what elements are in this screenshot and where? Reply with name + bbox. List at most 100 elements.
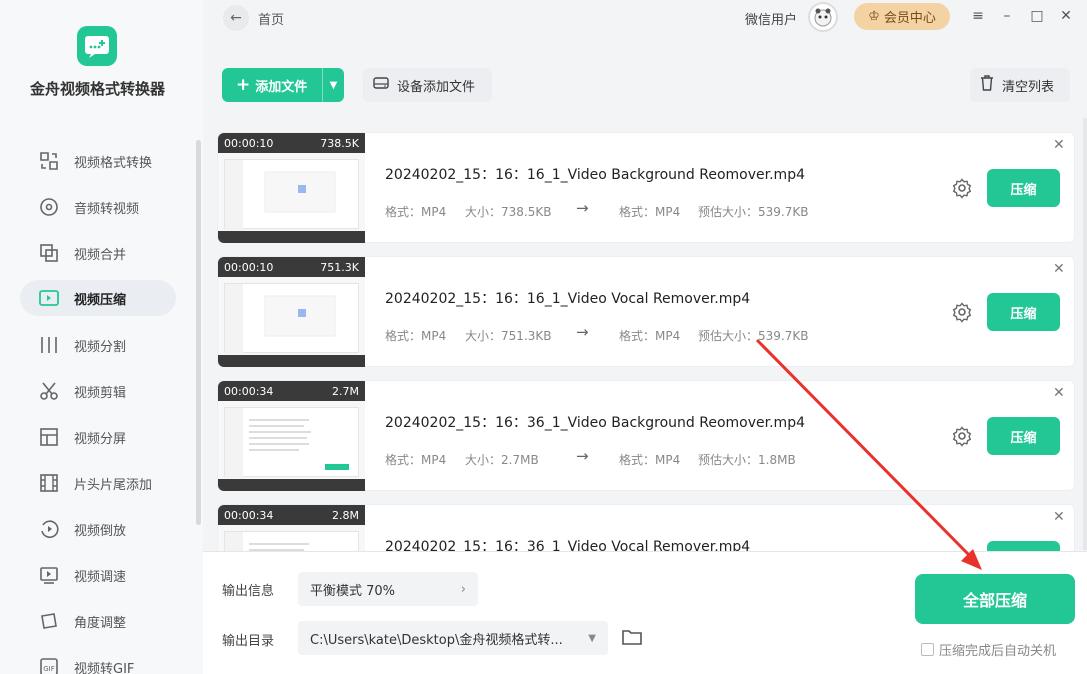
file-list-scrollbar[interactable]: [1083, 118, 1087, 550]
output-dir-select[interactable]: C:\Users\kate\Desktop\金舟视频格式转... ▼: [298, 621, 608, 655]
device-add-file-button[interactable]: 设备添加文件: [363, 68, 492, 102]
auto-shutdown-checkbox[interactable]: [921, 643, 934, 656]
sidebar-item-rotate[interactable]: 角度调整: [20, 603, 176, 639]
vip-label: 会员中心: [883, 11, 936, 26]
maximize-icon[interactable]: □: [1027, 6, 1047, 26]
compress-button[interactable]: 压缩: [987, 417, 1060, 455]
file-name: 20240202_15：16：36_1_Video Background Reo…: [385, 415, 805, 431]
scissors-icon: [38, 380, 60, 402]
file-name: 20240202_15：16：16_1_Video Vocal Remover.…: [385, 291, 751, 307]
file-list: 00:00:10 738.5K 20240202_15：16：16_1_Video…: [203, 120, 1087, 551]
output-format: 格式：MP4: [619, 205, 681, 219]
source-format: 格式：MP4: [385, 453, 447, 467]
sidebar-item-video-compress[interactable]: 视频压缩: [20, 280, 176, 316]
sidebar-item-video-convert[interactable]: 视频格式转换: [20, 143, 176, 179]
source-size: 大小：2.7MB: [465, 453, 539, 467]
sidebar-item-label: 片头片尾添加: [74, 477, 153, 493]
source-size: 大小：751.3KB: [465, 329, 552, 343]
chevron-down-icon: ▼: [588, 632, 596, 644]
rotate-icon: [38, 610, 60, 632]
sidebar-item-video-to-gif[interactable]: GIF 视频转GIF: [20, 649, 176, 674]
estimated-size: 预估大小：1.8MB: [698, 453, 796, 467]
sidebar-item-label: 视频压缩: [74, 292, 127, 308]
thumb-size: 751.3K: [320, 261, 359, 274]
sidebar-item-video-merge[interactable]: 视频合并: [20, 235, 176, 271]
sidebar-item-label: 视频分屏: [74, 431, 127, 447]
video-thumbnail[interactable]: 00:00:10 751.3K: [218, 257, 365, 367]
vip-center-button[interactable]: ♔ 会员中心: [854, 3, 950, 30]
film-strip-icon: [38, 472, 60, 494]
crown-icon: ♔: [868, 9, 880, 24]
chevron-down-icon[interactable]: ▼: [322, 68, 344, 102]
file-card: 00:00:34 2.8M 20240202_15：16：36_1_Video V…: [217, 504, 1075, 551]
compress-button[interactable]: 压缩: [987, 293, 1060, 331]
svg-text:GIF: GIF: [43, 665, 55, 673]
app-title: 金舟视频格式转换器: [29, 80, 165, 98]
sidebar-item-speed[interactable]: 视频调速: [20, 557, 176, 593]
clear-list-label: 清空列表: [1002, 79, 1055, 95]
file-card: 00:00:10 751.3K 20240202_15：16：16_1_Video…: [217, 256, 1075, 367]
auto-shutdown-option[interactable]: 压缩完成后自动关机: [921, 640, 1056, 659]
sidebar-item-reverse[interactable]: 视频倒放: [20, 511, 176, 547]
thumb-duration: 00:00:34: [224, 509, 274, 522]
source-format: 格式：MP4: [385, 329, 447, 343]
gear-icon[interactable]: [951, 425, 973, 447]
breadcrumb[interactable]: 首页: [258, 9, 284, 28]
remove-file-icon[interactable]: ✕: [1053, 385, 1065, 401]
video-thumbnail[interactable]: 00:00:34 2.8M: [218, 505, 365, 551]
sidebar-scrollbar[interactable]: [196, 140, 201, 525]
remove-file-icon[interactable]: ✕: [1053, 509, 1065, 525]
close-icon[interactable]: ✕: [1056, 6, 1076, 26]
sidebar-item-label: 角度调整: [74, 615, 127, 631]
merge-icon: [38, 242, 60, 264]
reverse-icon: [38, 518, 60, 540]
app-logo-icon: [77, 26, 117, 66]
gear-icon[interactable]: [951, 177, 973, 199]
device-add-label: 设备添加文件: [397, 79, 476, 95]
sidebar-item-label: 视频调速: [74, 569, 127, 585]
file-card: 00:00:34 2.7M 20240202_15：16：36_1_Video B…: [217, 380, 1075, 491]
user-name[interactable]: 微信用户: [745, 9, 797, 28]
output-info-label: 输出信息: [222, 584, 275, 599]
sidebar-item-split-screen[interactable]: 视频分屏: [20, 419, 176, 455]
thumb-size: 2.8M: [332, 509, 359, 522]
compress-all-button[interactable]: 全部压缩: [915, 574, 1075, 624]
audio-disc-icon: [38, 196, 60, 218]
add-file-label: 添加文件: [255, 79, 308, 95]
add-file-button[interactable]: + 添加文件 ▼: [222, 68, 344, 102]
minimize-icon[interactable]: –: [997, 6, 1017, 26]
thumb-duration: 00:00:10: [224, 261, 274, 274]
clear-list-button[interactable]: 清空列表: [970, 68, 1070, 102]
avatar[interactable]: [808, 2, 838, 32]
gear-icon[interactable]: [951, 301, 973, 323]
remove-file-icon[interactable]: ✕: [1053, 137, 1065, 153]
source-size: 大小：738.5KB: [465, 205, 552, 219]
sidebar-item-video-edit[interactable]: 视频剪辑: [20, 373, 176, 409]
sidebar-item-intro-outro[interactable]: 片头片尾添加: [20, 465, 176, 501]
thumb-duration: 00:00:34: [224, 385, 274, 398]
menu-icon[interactable]: ≡: [968, 6, 988, 26]
sidebar-item-label: 视频分割: [74, 339, 127, 355]
back-arrow-icon[interactable]: ←: [223, 5, 249, 31]
remove-file-icon[interactable]: ✕: [1053, 261, 1065, 277]
compression-mode-select[interactable]: 平衡模式 70% ›: [298, 572, 478, 606]
arrow-right-icon: →: [576, 447, 589, 465]
compress-icon: [38, 287, 60, 309]
sidebar-item-video-split[interactable]: 视频分割: [20, 327, 176, 363]
hard-drive-icon: [373, 76, 389, 94]
compress-button[interactable]: 压缩: [987, 169, 1060, 207]
estimated-size: 预估大小：539.7KB: [698, 329, 809, 343]
sidebar-item-label: 视频剪辑: [74, 385, 127, 401]
chevron-right-icon: ›: [460, 581, 466, 597]
video-thumbnail[interactable]: 00:00:34 2.7M: [218, 381, 365, 491]
sidebar-item-audio-to-video[interactable]: 音频转视频: [20, 189, 176, 225]
folder-icon[interactable]: [621, 627, 643, 649]
output-format: 格式：MP4: [619, 329, 681, 343]
compress-button[interactable]: 压缩: [987, 541, 1060, 551]
sidebar-item-label: 视频格式转换: [74, 155, 153, 171]
arrow-right-icon: →: [576, 199, 589, 217]
arrow-right-icon: →: [576, 323, 589, 341]
sidebar-item-label: 视频倒放: [74, 523, 127, 539]
video-thumbnail[interactable]: 00:00:10 738.5K: [218, 133, 365, 243]
thumb-duration: 00:00:10: [224, 137, 274, 150]
